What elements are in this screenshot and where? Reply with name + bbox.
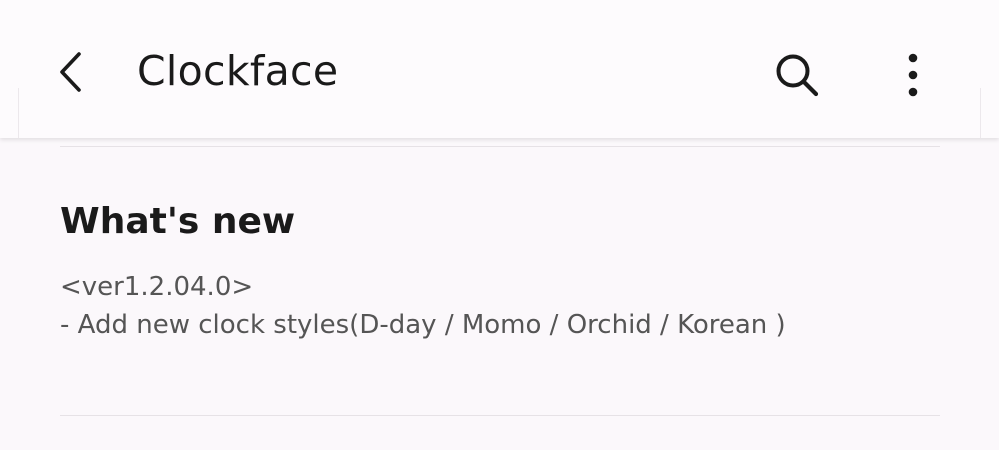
whats-new-section: What's new <ver1.2.04.0> - Add new clock…: [0, 138, 999, 450]
app-bar: Clockface: [0, 0, 999, 138]
more-options-button[interactable]: [893, 48, 933, 102]
more-vertical-icon: [908, 53, 918, 97]
search-icon: [776, 54, 819, 97]
chevron-left-icon: [60, 52, 81, 92]
page-title: Clockface: [137, 47, 339, 95]
section-title: What's new: [60, 201, 296, 242]
divider: [60, 415, 940, 416]
version-label: <ver1.2.04.0>: [60, 272, 254, 302]
divider: [60, 146, 940, 147]
back-button[interactable]: [48, 46, 92, 98]
change-item: - Add new clock styles(D-day / Momo / Or…: [60, 310, 786, 340]
search-button[interactable]: [770, 48, 824, 102]
